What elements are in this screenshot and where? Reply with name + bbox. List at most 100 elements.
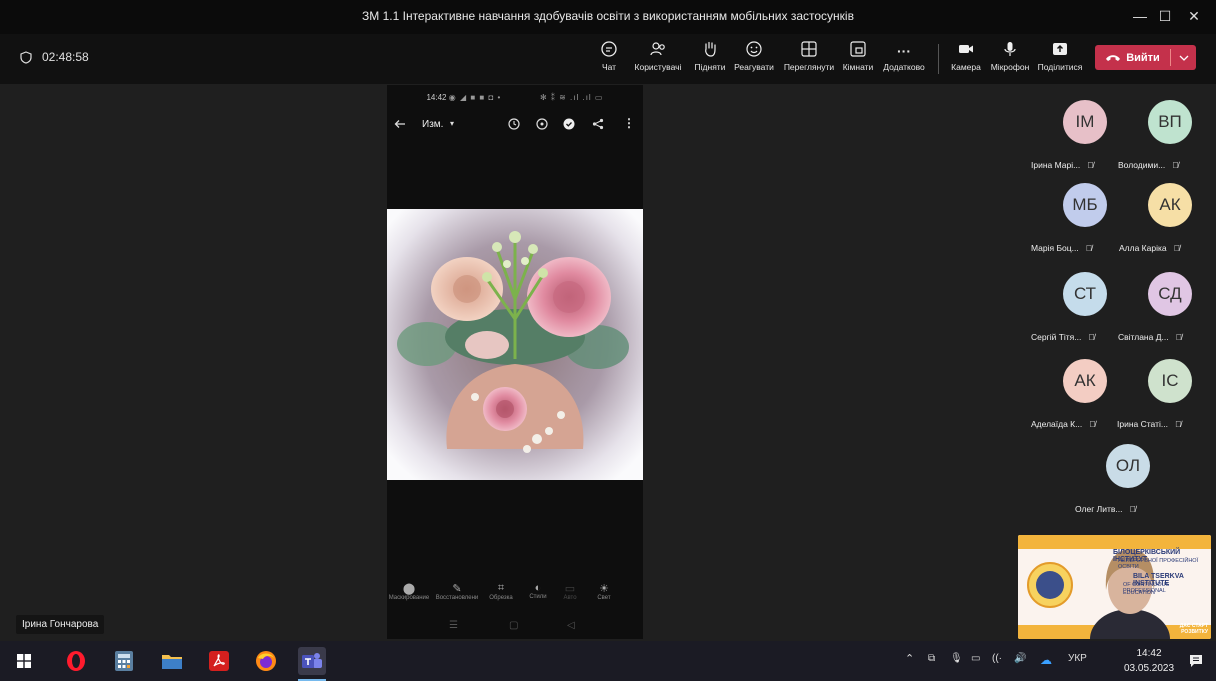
auto-tool[interactable]: ▭ Авто <box>555 582 585 601</box>
leave-button-group: Вийти <box>1095 45 1196 70</box>
history-icon[interactable] <box>507 117 521 131</box>
more-icon: ··· <box>897 43 911 59</box>
opera-app[interactable] <box>62 647 90 675</box>
phone-nav-bar: ☰ ▢ ◁ <box>387 620 643 636</box>
taskbar-clock[interactable]: 14:42 03.05.2023 <box>1124 646 1174 676</box>
phone-edit-tools: ⬤ Маскирование ✎ Восстановлени ⌗ Обрезка ◐ С… <box>387 582 643 618</box>
close-button[interactable]: ✕ <box>1181 4 1207 28</box>
react-button[interactable]: Реагувати <box>733 40 775 80</box>
battery-icon[interactable]: ▭ <box>971 653 980 664</box>
back-arrow-icon[interactable] <box>394 119 406 129</box>
crop-tool-label: Обрезка <box>489 595 513 601</box>
react-icon <box>733 40 775 62</box>
onedrive-icon[interactable]: ☁ <box>1040 653 1052 667</box>
people-button[interactable]: Користувачі <box>632 40 684 80</box>
wifi-icon[interactable]: ((· <box>992 653 1002 664</box>
acrobat-app[interactable] <box>205 647 233 675</box>
calculator-app[interactable] <box>110 647 138 675</box>
light-icon: ☀ <box>599 583 609 595</box>
participant-avatar[interactable]: ОЛ <box>1106 444 1150 488</box>
participant-name: Алла Каріка 🎙̸ <box>1119 243 1180 253</box>
edit-mode-label[interactable]: Изм. <box>422 119 443 130</box>
auto-tool-label: Авто <box>563 595 577 601</box>
phone-status-bar: 14:42 ◉ ◢ ■ ■ ◘ • ✻ ⁑ ≋ .ıl .ıl ▭ <box>387 93 643 102</box>
raise-hand-button[interactable]: Підняти <box>693 40 727 80</box>
firefox-app[interactable] <box>252 647 280 675</box>
help-icon[interactable] <box>536 118 548 130</box>
participant-avatar[interactable]: ВП <box>1148 100 1192 144</box>
restore-tool[interactable]: ✎ Восстановлени <box>435 582 479 601</box>
raise-hand-icon <box>693 40 727 62</box>
participant-name: Сергій Тітя... 🎙̸ <box>1031 332 1095 342</box>
start-button[interactable] <box>10 647 38 675</box>
calculator-icon <box>115 651 133 671</box>
back-icon[interactable]: ◁ <box>567 620 575 631</box>
camera-button[interactable]: Камера <box>947 40 985 80</box>
volume-icon[interactable]: 🔊 <box>1014 653 1026 664</box>
pdf-icon <box>209 651 229 671</box>
participant-name-text: Марія Боц... <box>1031 243 1079 253</box>
share-button[interactable]: Поділитися <box>1035 40 1085 80</box>
styles-tool[interactable]: ◐ Стили <box>523 582 553 600</box>
muted-microphone-icon: 🎙̸ <box>1173 243 1180 253</box>
participant-avatar[interactable]: АК <box>1063 359 1107 403</box>
view-button[interactable]: Переглянути <box>781 40 837 80</box>
participant-avatar[interactable]: СД <box>1148 272 1192 316</box>
meet-now-icon[interactable]: ⧉ <box>928 653 935 664</box>
rooms-label: Кімнати <box>842 62 874 72</box>
muted-microphone-icon: 🎙̸ <box>1087 160 1094 170</box>
chevron-up-icon[interactable]: ⌃ <box>905 652 914 665</box>
crop-icon: ⌗ <box>497 582 505 594</box>
recents-icon[interactable]: ☰ <box>449 620 458 631</box>
flower-arrangement-photo <box>387 209 643 480</box>
file-explorer-app[interactable] <box>158 647 186 675</box>
teams-app[interactable] <box>298 647 326 675</box>
leave-options-button[interactable] <box>1172 45 1196 70</box>
participant-name-text: Ірина Статі... <box>1117 419 1168 429</box>
restore-icon: ✎ <box>452 583 462 595</box>
timer-text: 02:48:58 <box>42 50 89 64</box>
participant-name-text: Алла Каріка <box>1119 243 1167 253</box>
participant-avatar[interactable]: АК <box>1148 183 1192 227</box>
notifications-button[interactable] <box>1182 647 1210 675</box>
auto-icon: ▭ <box>564 583 576 595</box>
banner-text: НЕПЕРЕРВНОЇ ПРОФЕСІЙНОЇ ОСВІТИ <box>1118 558 1199 570</box>
raise-hand-label: Підняти <box>694 62 726 72</box>
maximize-button[interactable]: ☐ <box>1152 4 1178 28</box>
participant-avatar[interactable]: ІС <box>1148 359 1192 403</box>
share-icon[interactable] <box>592 118 604 130</box>
presenter-name-badge: Ірина Гончарова <box>16 615 105 634</box>
participant-name: Світлана Д... 🎙̸ <box>1118 332 1182 342</box>
rooms-icon <box>840 40 876 62</box>
notification-icon <box>1190 655 1202 667</box>
restore-tool-label: Восстановлени <box>435 595 479 601</box>
participants-roster: ІМ Ірина Марі... 🎙̸ ВП Володими... 🎙̸ МБ М… <box>1016 84 1216 534</box>
more-button[interactable]: ··· Додатково <box>880 40 928 80</box>
participant-name-text: Олег Литв... <box>1075 504 1123 514</box>
participant-name-text: Світлана Д... <box>1118 332 1169 342</box>
light-tool[interactable]: ☀ Свет <box>589 582 619 601</box>
microphone-button[interactable]: Мікрофон <box>989 40 1031 80</box>
participant-name: Ірина Марі... 🎙̸ <box>1031 160 1094 170</box>
participant-avatar[interactable]: ІМ <box>1063 100 1107 144</box>
minimize-button[interactable]: — <box>1127 4 1153 28</box>
participant-avatar[interactable]: СТ <box>1063 272 1107 316</box>
chat-button[interactable]: Чат <box>596 40 622 80</box>
participant-avatar[interactable]: МБ <box>1063 183 1107 227</box>
rooms-button[interactable]: Кімнати <box>840 40 876 80</box>
home-icon[interactable]: ▢ <box>509 620 518 631</box>
checkmark-icon[interactable] <box>563 118 575 130</box>
more-label: Додатково <box>883 62 925 72</box>
react-label: Реагувати <box>734 62 774 72</box>
teams-icon <box>302 653 322 668</box>
crop-tool[interactable]: ⌗ Обрезка <box>483 582 519 601</box>
camera-icon <box>947 40 985 62</box>
leave-button[interactable]: Вийти <box>1095 45 1170 70</box>
masking-tool[interactable]: ⬤ Маскирование <box>387 582 431 601</box>
overflow-menu-icon[interactable]: ⋮ <box>623 116 635 130</box>
phone-editor-toolbar: Изм. ▾ ⋮ <box>387 115 643 135</box>
microphone-tray-icon[interactable]: 🎙 <box>950 653 963 664</box>
language-indicator[interactable]: УКР <box>1068 653 1087 664</box>
participant-name: Володими... 🎙̸ <box>1118 160 1179 170</box>
self-camera-view: БІЛОЦЕРКІВСЬКИЙ ІНСТИТУТ НЕПЕРЕРВНОЇ ПРО… <box>1018 535 1211 639</box>
